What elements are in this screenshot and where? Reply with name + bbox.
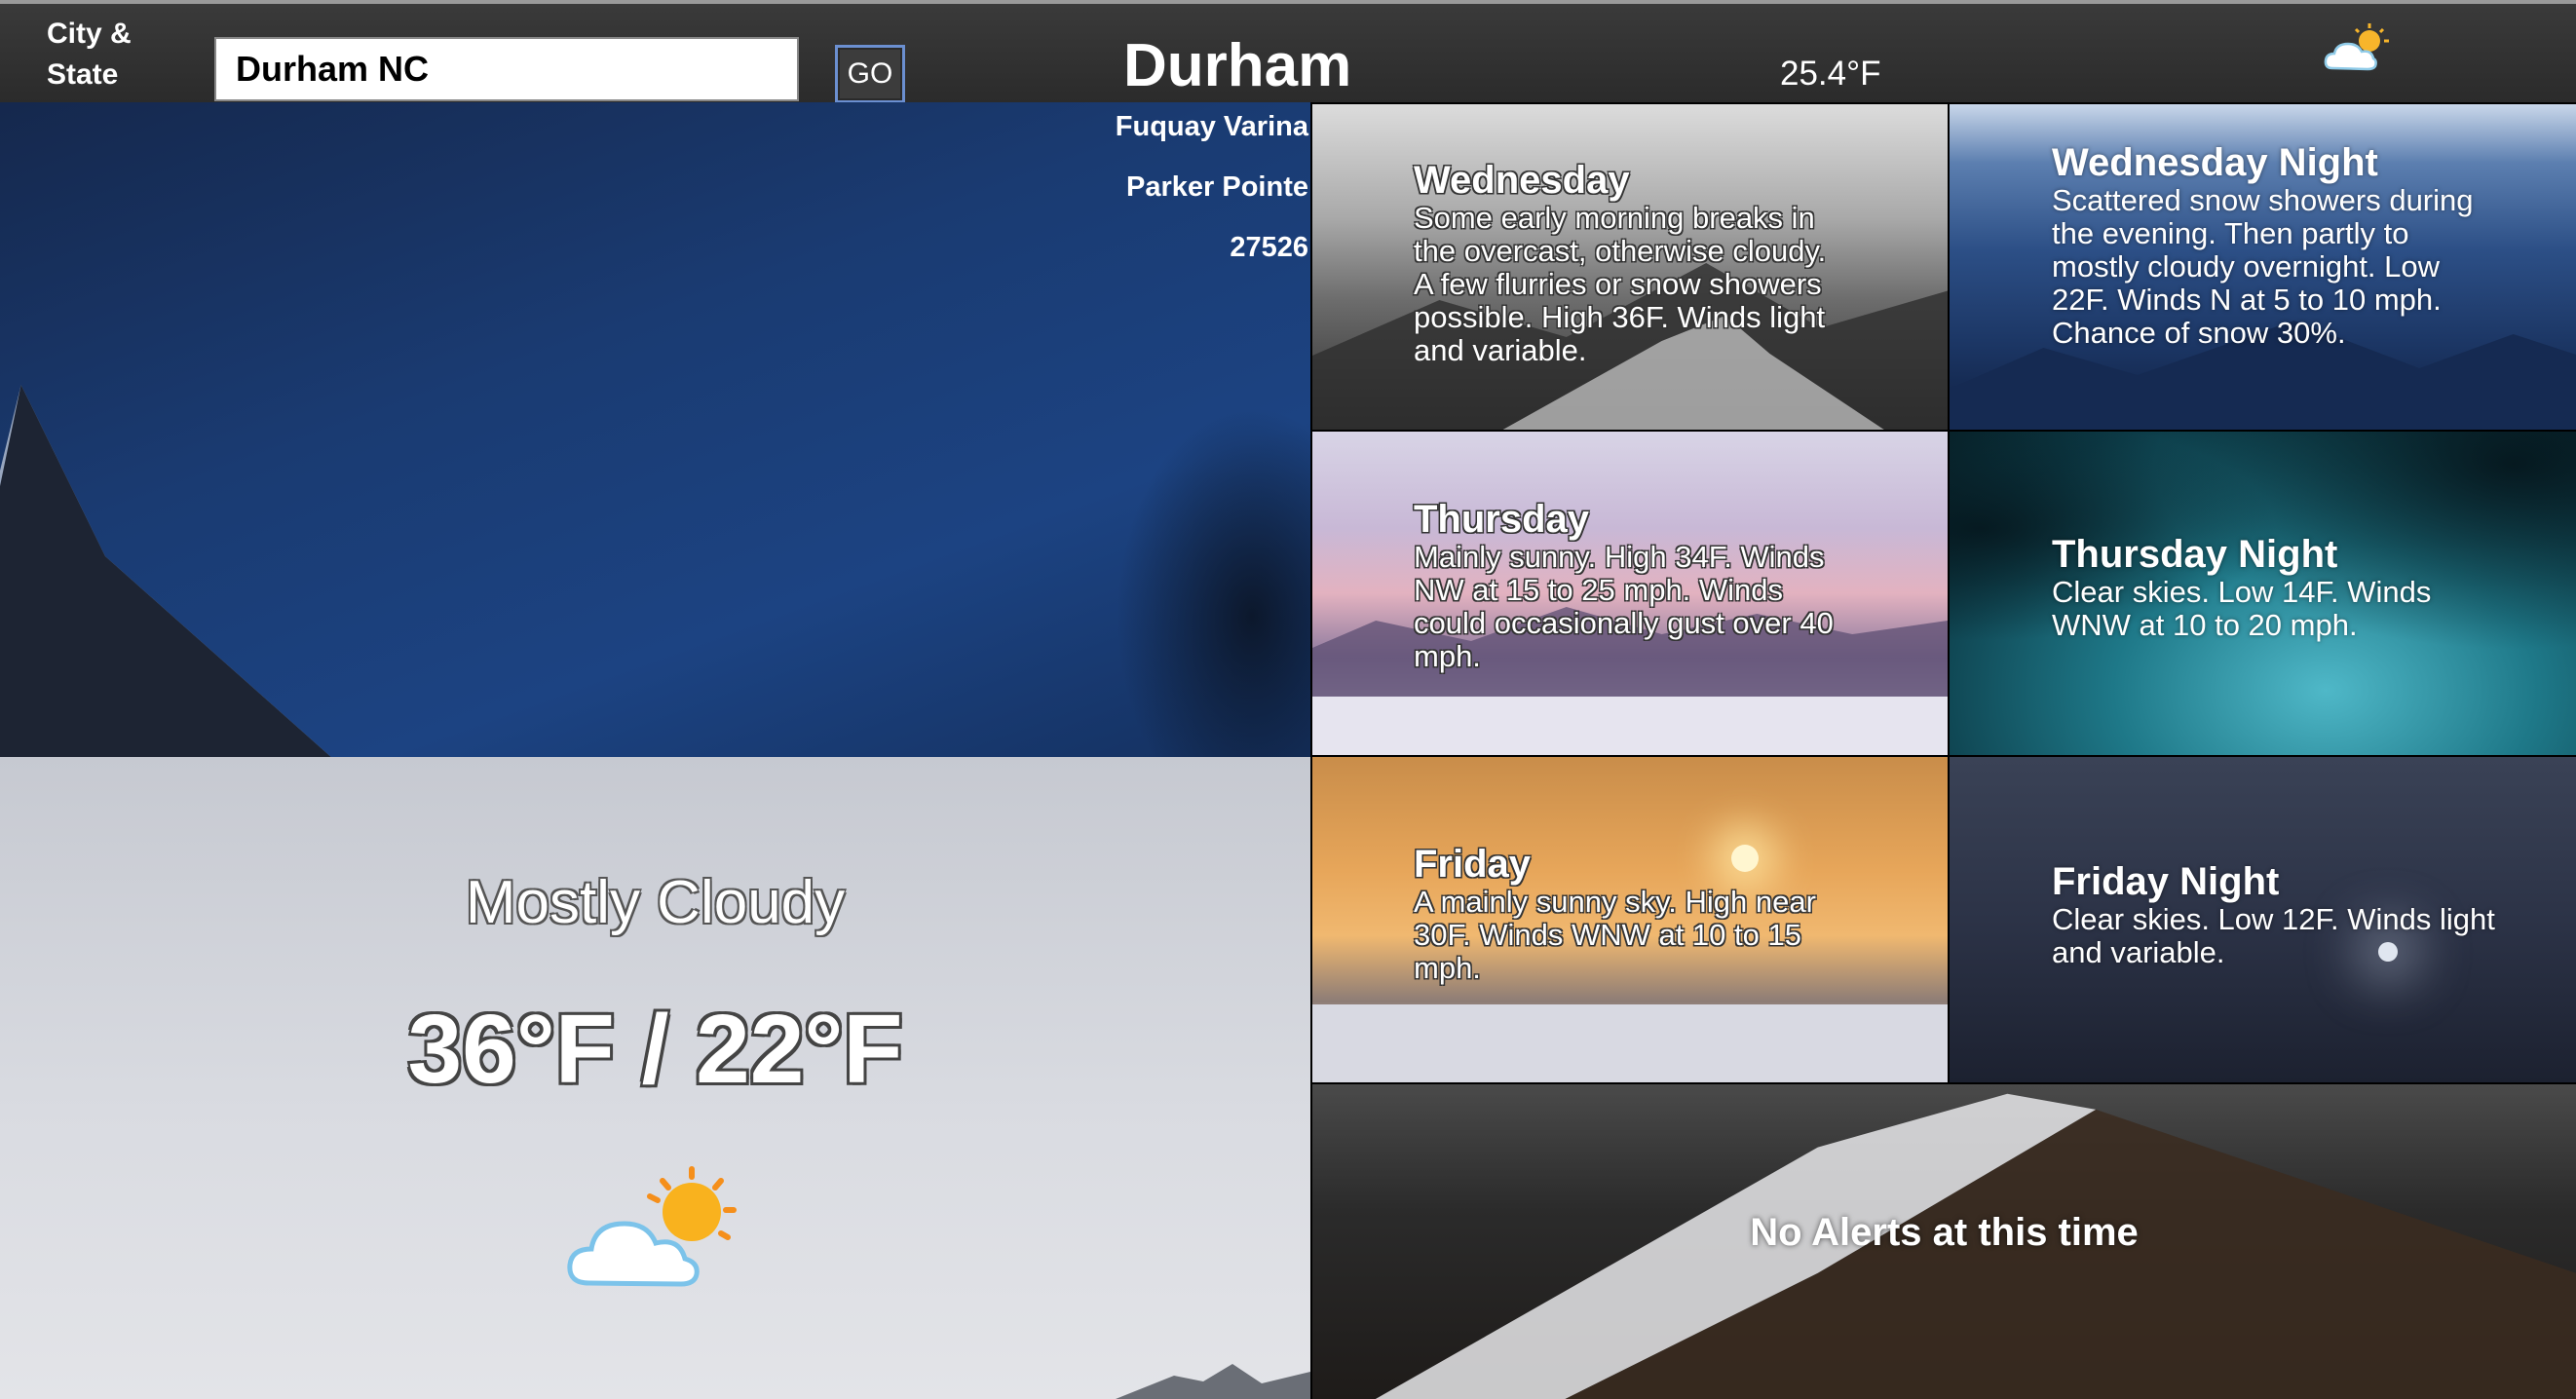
go-button[interactable]: GO bbox=[835, 45, 905, 103]
forecast-title: Thursday Night bbox=[2052, 533, 2338, 576]
forecast-title: Wednesday bbox=[1414, 159, 1630, 202]
forecast-text: Clear skies. Low 14F. Winds WNW at 10 to… bbox=[2052, 575, 2432, 642]
current-temperature: 25.4°F bbox=[1780, 55, 1881, 93]
partly-cloudy-icon bbox=[567, 1166, 737, 1287]
snow-ground-image bbox=[1312, 697, 1948, 755]
forecast-title: Friday Night bbox=[2052, 860, 2280, 903]
nearby-location[interactable]: Parker Pointe bbox=[1116, 163, 1308, 223]
forecast-text: Clear skies. Low 12F. Winds light and va… bbox=[2052, 902, 2495, 969]
nearby-zip[interactable]: 27526 bbox=[1116, 223, 1308, 284]
forecast-title: Friday bbox=[1414, 843, 1532, 886]
forecast-title: Thursday bbox=[1414, 498, 1590, 541]
forecast-card-thursday-night: Thursday Night Clear skies. Low 14F. Win… bbox=[1950, 432, 2576, 755]
house-silhouette bbox=[0, 385, 351, 757]
mountain-silhouette bbox=[1116, 1364, 1310, 1399]
current-conditions-panel: Mostly Cloudy 36°F / 22°F bbox=[0, 757, 1310, 1399]
forecast-text: Some early morning breaks in the overcas… bbox=[1414, 201, 1827, 367]
city-state-label: City & State bbox=[47, 18, 132, 91]
nearby-location[interactable]: Fuquay Varina bbox=[1116, 102, 1308, 163]
top-bar: City & State GO Durham 25.4°F bbox=[0, 0, 2576, 103]
high-low-temperature: 36°F / 22°F bbox=[407, 995, 903, 1104]
alerts-panel: No Alerts at this time bbox=[1312, 1084, 2576, 1399]
forecast-card-wednesday: Wednesday Some early morning breaks in t… bbox=[1312, 104, 1948, 430]
snow-ground-image bbox=[1312, 1004, 1948, 1082]
nearby-locations: Fuquay Varina Parker Pointe 27526 bbox=[1116, 102, 1308, 284]
forecast-text: Mainly sunny. High 34F. Winds NW at 15 t… bbox=[1414, 540, 1834, 673]
location-background: Fuquay Varina Parker Pointe 27526 bbox=[0, 102, 1310, 757]
partly-cloudy-icon bbox=[2324, 23, 2389, 71]
forecast-card-friday: Friday A mainly sunny sky. High near 30F… bbox=[1312, 757, 1948, 1082]
forecast-title: Wednesday Night bbox=[2052, 141, 2378, 184]
forecast-card-friday-night: Friday Night Clear skies. Low 12F. Winds… bbox=[1950, 757, 2576, 1082]
city-title: Durham bbox=[1123, 32, 1352, 99]
city-search-input[interactable] bbox=[214, 37, 799, 101]
forecast-card-thursday: Thursday Mainly sunny. High 34F. Winds N… bbox=[1312, 432, 1948, 755]
tree-silhouette bbox=[1116, 406, 1310, 757]
forecast-text: A mainly sunny sky. High near 30F. Winds… bbox=[1414, 885, 1816, 985]
alert-message: No Alerts at this time bbox=[1750, 1211, 2139, 1254]
forecast-card-wednesday-night: Wednesday Night Scattered snow showers d… bbox=[1950, 104, 2576, 430]
current-condition: Mostly Cloudy bbox=[465, 869, 846, 936]
forecast-text: Scattered snow showers during the evenin… bbox=[2052, 183, 2474, 350]
